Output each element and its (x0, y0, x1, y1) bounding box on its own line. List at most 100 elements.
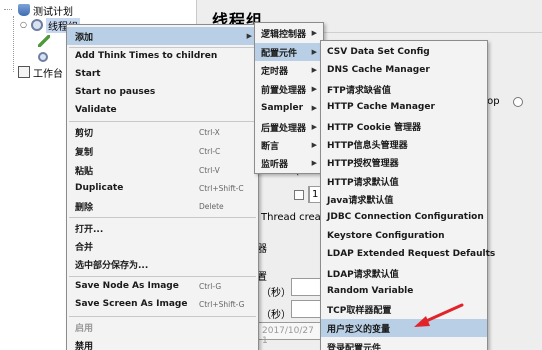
tree-node-child[interactable] (38, 33, 53, 49)
menu-item-label: Duplicate (75, 183, 124, 193)
submenu-arrow-icon: ▶ (311, 123, 317, 131)
menu-item-label: HTTP请求默认值 (327, 177, 399, 188)
menu-item-label: 删除 (75, 202, 94, 213)
menu-item-label: Validate (75, 105, 117, 115)
menu-item-label: 监听器 (261, 159, 289, 170)
menu-item-label: 配置元件 (261, 48, 298, 59)
menu-item-http-cookie-manager[interactable]: HTTP Cookie 管理器 (321, 117, 487, 135)
menu-item-add-think-times[interactable]: Add Think Times to children (67, 47, 258, 65)
menu-item-label: Start (75, 69, 101, 79)
menu-item-save-node-as-image[interactable]: Save Node As Image Ctrl-G (67, 277, 258, 295)
menu-item-save-screen-as-image[interactable]: Save Screen As Image Ctrl+Shift-G (67, 295, 258, 313)
menu-item-label: Add Think Times to children (75, 51, 218, 61)
shortcut-label: Ctrl-V (199, 165, 220, 175)
menu-item-label: HTTP Cookie 管理器 (327, 122, 422, 133)
menu-item-label: 断言 (261, 141, 280, 152)
shortcut-label: Ctrl-C (199, 146, 221, 156)
menu-item-ldap-request-defaults[interactable]: LDAP请求默认值 (321, 264, 487, 282)
startup-delay-field[interactable] (291, 300, 321, 318)
menu-item-http-header-manager[interactable]: HTTP信息头管理器 (321, 135, 487, 153)
menu-item-user-defined-variables[interactable]: 用户定义的变量 (321, 319, 487, 337)
menu-item-add[interactable]: 添加 ▶ (67, 27, 258, 45)
forever-checkbox[interactable] (294, 190, 304, 200)
duration-field[interactable] (291, 278, 321, 296)
menu-item-label: DNS Cache Manager (327, 65, 430, 75)
shortcut-label: Ctrl+Shift-G (199, 299, 245, 309)
menu-item-save-selection-as[interactable]: 选中部分保存为... (67, 255, 258, 273)
option-radio[interactable] (513, 97, 523, 107)
menu-item-http-cache-manager[interactable]: HTTP Cache Manager (321, 98, 487, 116)
menu-item-config-element[interactable]: 配置元件 ▶ (255, 43, 323, 61)
menu-item-logic-controller[interactable]: 逻辑控制器 ▶ (255, 24, 323, 42)
collapse-toggle-icon[interactable]: ○ (20, 21, 28, 29)
menu-item-label: Keystore Configuration (327, 231, 445, 241)
menu-item-validate[interactable]: Validate (67, 101, 258, 119)
submenu-arrow-icon: ▶ (311, 104, 317, 112)
menu-separator (69, 121, 256, 122)
menu-item-label: 剪切 (75, 128, 94, 139)
menu-item-cut[interactable]: 剪切 Ctrl-X (67, 123, 258, 141)
menu-item-listener[interactable]: 监听器 ▶ (255, 154, 323, 172)
menu-item-random-variable[interactable]: Random Variable (321, 282, 487, 300)
tree-connector (4, 9, 12, 10)
submenu-arrow-icon: ▶ (311, 85, 317, 93)
menu-item-paste[interactable]: 粘贴 Ctrl-V (67, 161, 258, 179)
tree-node-workbench[interactable]: 工作台 (18, 64, 63, 80)
menu-item-label: FTP请求缺省值 (327, 85, 391, 96)
submenu-arrow-icon: ▶ (311, 29, 317, 37)
menu-item-ldap-extended-defaults[interactable]: LDAP Extended Request Defaults (321, 245, 495, 263)
menu-item-label: 添加 (75, 32, 94, 43)
menu-item-merge[interactable]: 合并 (67, 237, 258, 255)
menu-item-open[interactable]: 打开... (67, 219, 258, 237)
menu-item-assertion[interactable]: 断言 ▶ (255, 136, 323, 154)
shortcut-label: Delete (199, 201, 224, 211)
menu-item-duplicate[interactable]: Duplicate Ctrl+Shift-C (67, 179, 258, 197)
menu-item-label: 打开... (75, 224, 104, 235)
menu-item-label: TCP取样器配置 (327, 305, 392, 316)
menu-item-sampler[interactable]: Sampler ▶ (255, 99, 323, 117)
menu-item-label: 复制 (75, 147, 94, 158)
workbench-icon (18, 66, 30, 78)
menu-item-label: 选中部分保存为... (75, 260, 149, 271)
menu-item-timer[interactable]: 定时器 ▶ (255, 61, 323, 79)
menu-item-start[interactable]: Start (67, 65, 258, 83)
menu-item-keystore-config[interactable]: Keystore Configuration (321, 227, 487, 245)
menu-item-ftp-defaults[interactable]: FTP请求缺省值 (321, 80, 487, 98)
submenu-arrow-icon: ▶ (311, 141, 317, 149)
menu-item-http-request-defaults[interactable]: HTTP请求默认值 (321, 172, 487, 190)
shortcut-label: Ctrl+Shift-C (199, 183, 244, 193)
menu-item-java-request-defaults[interactable]: Java请求默认值 (321, 190, 487, 208)
loop-count-value: 1 (312, 189, 319, 200)
menu-item-label: HTTP授权管理器 (327, 158, 399, 169)
context-menu: 添加 ▶ Add Think Times to children Start S… (66, 24, 259, 350)
menu-item-login-config-element[interactable]: 登录配置元件 (321, 338, 487, 350)
menu-item-post-processor[interactable]: 后置处理器 ▶ (255, 118, 323, 136)
tree-node-test-plan[interactable]: 测试计划 (18, 2, 73, 18)
tree-node-child[interactable] (38, 49, 51, 65)
duration-label: （秒） (261, 288, 291, 299)
menu-item-copy[interactable]: 复制 Ctrl-C (67, 142, 258, 160)
menu-item-jdbc-connection-config[interactable]: JDBC Connection Configuration (321, 208, 487, 226)
menu-item-label: HTTP信息头管理器 (327, 140, 408, 151)
menu-item-label: Start no pauses (75, 87, 156, 97)
start-time-value: 2017/10/27 1 (262, 326, 314, 346)
menu-item-start-no-pauses[interactable]: Start no pauses (67, 83, 258, 101)
menu-item-label: 合并 (75, 242, 94, 253)
menu-item-http-auth-manager[interactable]: HTTP授权管理器 (321, 153, 487, 171)
menu-item-tcp-sampler-config[interactable]: TCP取样器配置 (321, 300, 487, 318)
menu-item-label: Save Node As Image (75, 281, 179, 291)
menu-item-label: Save Screen As Image (75, 299, 188, 309)
menu-item-label: 逻辑控制器 (261, 29, 307, 40)
menu-item-dns-cache-manager[interactable]: DNS Cache Manager (321, 61, 487, 79)
menu-item-delete[interactable]: 删除 Delete (67, 197, 258, 215)
menu-item-pre-processor[interactable]: 前置处理器 ▶ (255, 80, 323, 98)
menu-item-label: 用户定义的变量 (327, 324, 391, 335)
sampler-icon (38, 35, 50, 47)
menu-item-label: JDBC Connection Configuration (327, 212, 484, 222)
menu-item-disable[interactable]: 禁用 (67, 336, 258, 350)
start-time-field[interactable]: 2017/10/27 1 (257, 322, 323, 346)
menu-item-label: CSV Data Set Config (327, 47, 430, 57)
menu-item-label: 启用 (75, 323, 94, 334)
menu-item-csv-data-set-config[interactable]: CSV Data Set Config (321, 43, 487, 61)
menu-item-label: LDAP Extended Request Defaults (327, 249, 496, 259)
